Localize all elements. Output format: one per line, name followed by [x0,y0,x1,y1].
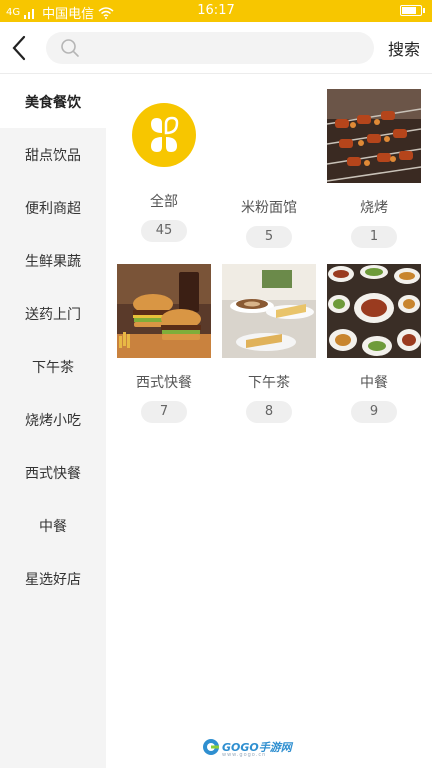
noodles-thumbnail [222,89,316,183]
sidebar-item-afternoon-tea[interactable]: 下午茶 [0,340,106,393]
sidebar-item-western-fast-food[interactable]: 西式快餐 [0,446,106,499]
subcategory-name: 中餐 [360,375,388,391]
count-badge: 1 [351,226,397,248]
search-input[interactable] [86,32,362,64]
status-bar: 4G 中国电信 16:17 [0,0,432,22]
category-sidebar: 美食餐饮 甜点饮品 便利商超 生鲜果蔬 送药上门 下午茶 烧烤小吃 西式快餐 中… [0,75,106,768]
subcategory-name: 下午茶 [248,375,290,391]
sidebar-item-convenience[interactable]: 便利商超 [0,181,106,234]
subcategory-name: 米粉面馆 [241,200,297,216]
count-badge: 7 [141,401,187,423]
sidebar-item-fresh[interactable]: 生鲜果蔬 [0,234,106,287]
sidebar-item-desserts[interactable]: 甜点饮品 [0,128,106,181]
watermark-url: www.gogo.cn [222,752,267,758]
burgers-photo [117,264,211,358]
sidebar-item-bbq-snacks[interactable]: 烧烤小吃 [0,393,106,446]
subcategory-name: 烧烤 [360,200,388,216]
subcategory-western-fast-food[interactable]: 西式快餐 7 [116,264,212,423]
subcategory-name: 全部 [150,194,178,210]
coffee-cake-photo [222,264,316,358]
sidebar-item-food[interactable]: 美食餐饮 [0,75,106,128]
sidebar-item-medicine[interactable]: 送药上门 [0,287,106,340]
subcategory-noodles[interactable]: 米粉面馆 5 [221,89,317,248]
subcategory-all[interactable]: 全部 45 [116,89,212,242]
watermark-logo: GOGO手游网 www.gogo.cn [202,738,292,758]
status-time: 16:17 [197,3,235,18]
subcategory-chinese[interactable]: 中餐 9 [326,264,422,423]
search-box[interactable] [46,32,374,64]
sidebar-item-chinese[interactable]: 中餐 [0,499,106,552]
search-button[interactable]: 搜索 [388,36,420,60]
count-badge: 45 [141,220,187,242]
header: 搜索 [0,22,432,74]
sidebar-item-selected-stores[interactable]: 星选好店 [0,552,106,605]
subcategory-afternoon-tea[interactable]: 下午茶 8 [221,264,317,423]
count-badge: 8 [246,401,292,423]
subcategory-name: 西式快餐 [136,375,192,391]
count-badge: 5 [246,226,292,248]
search-icon [61,39,79,57]
battery-icon [400,5,425,16]
subcategory-bbq[interactable]: 烧烤 1 [326,89,422,248]
bbq-skewers-photo [327,89,421,183]
count-badge: 9 [351,401,397,423]
clover-icon [132,103,196,167]
gogo-logo-icon [203,739,219,755]
back-button[interactable] [8,34,32,62]
chinese-dishes-photo [327,264,421,358]
